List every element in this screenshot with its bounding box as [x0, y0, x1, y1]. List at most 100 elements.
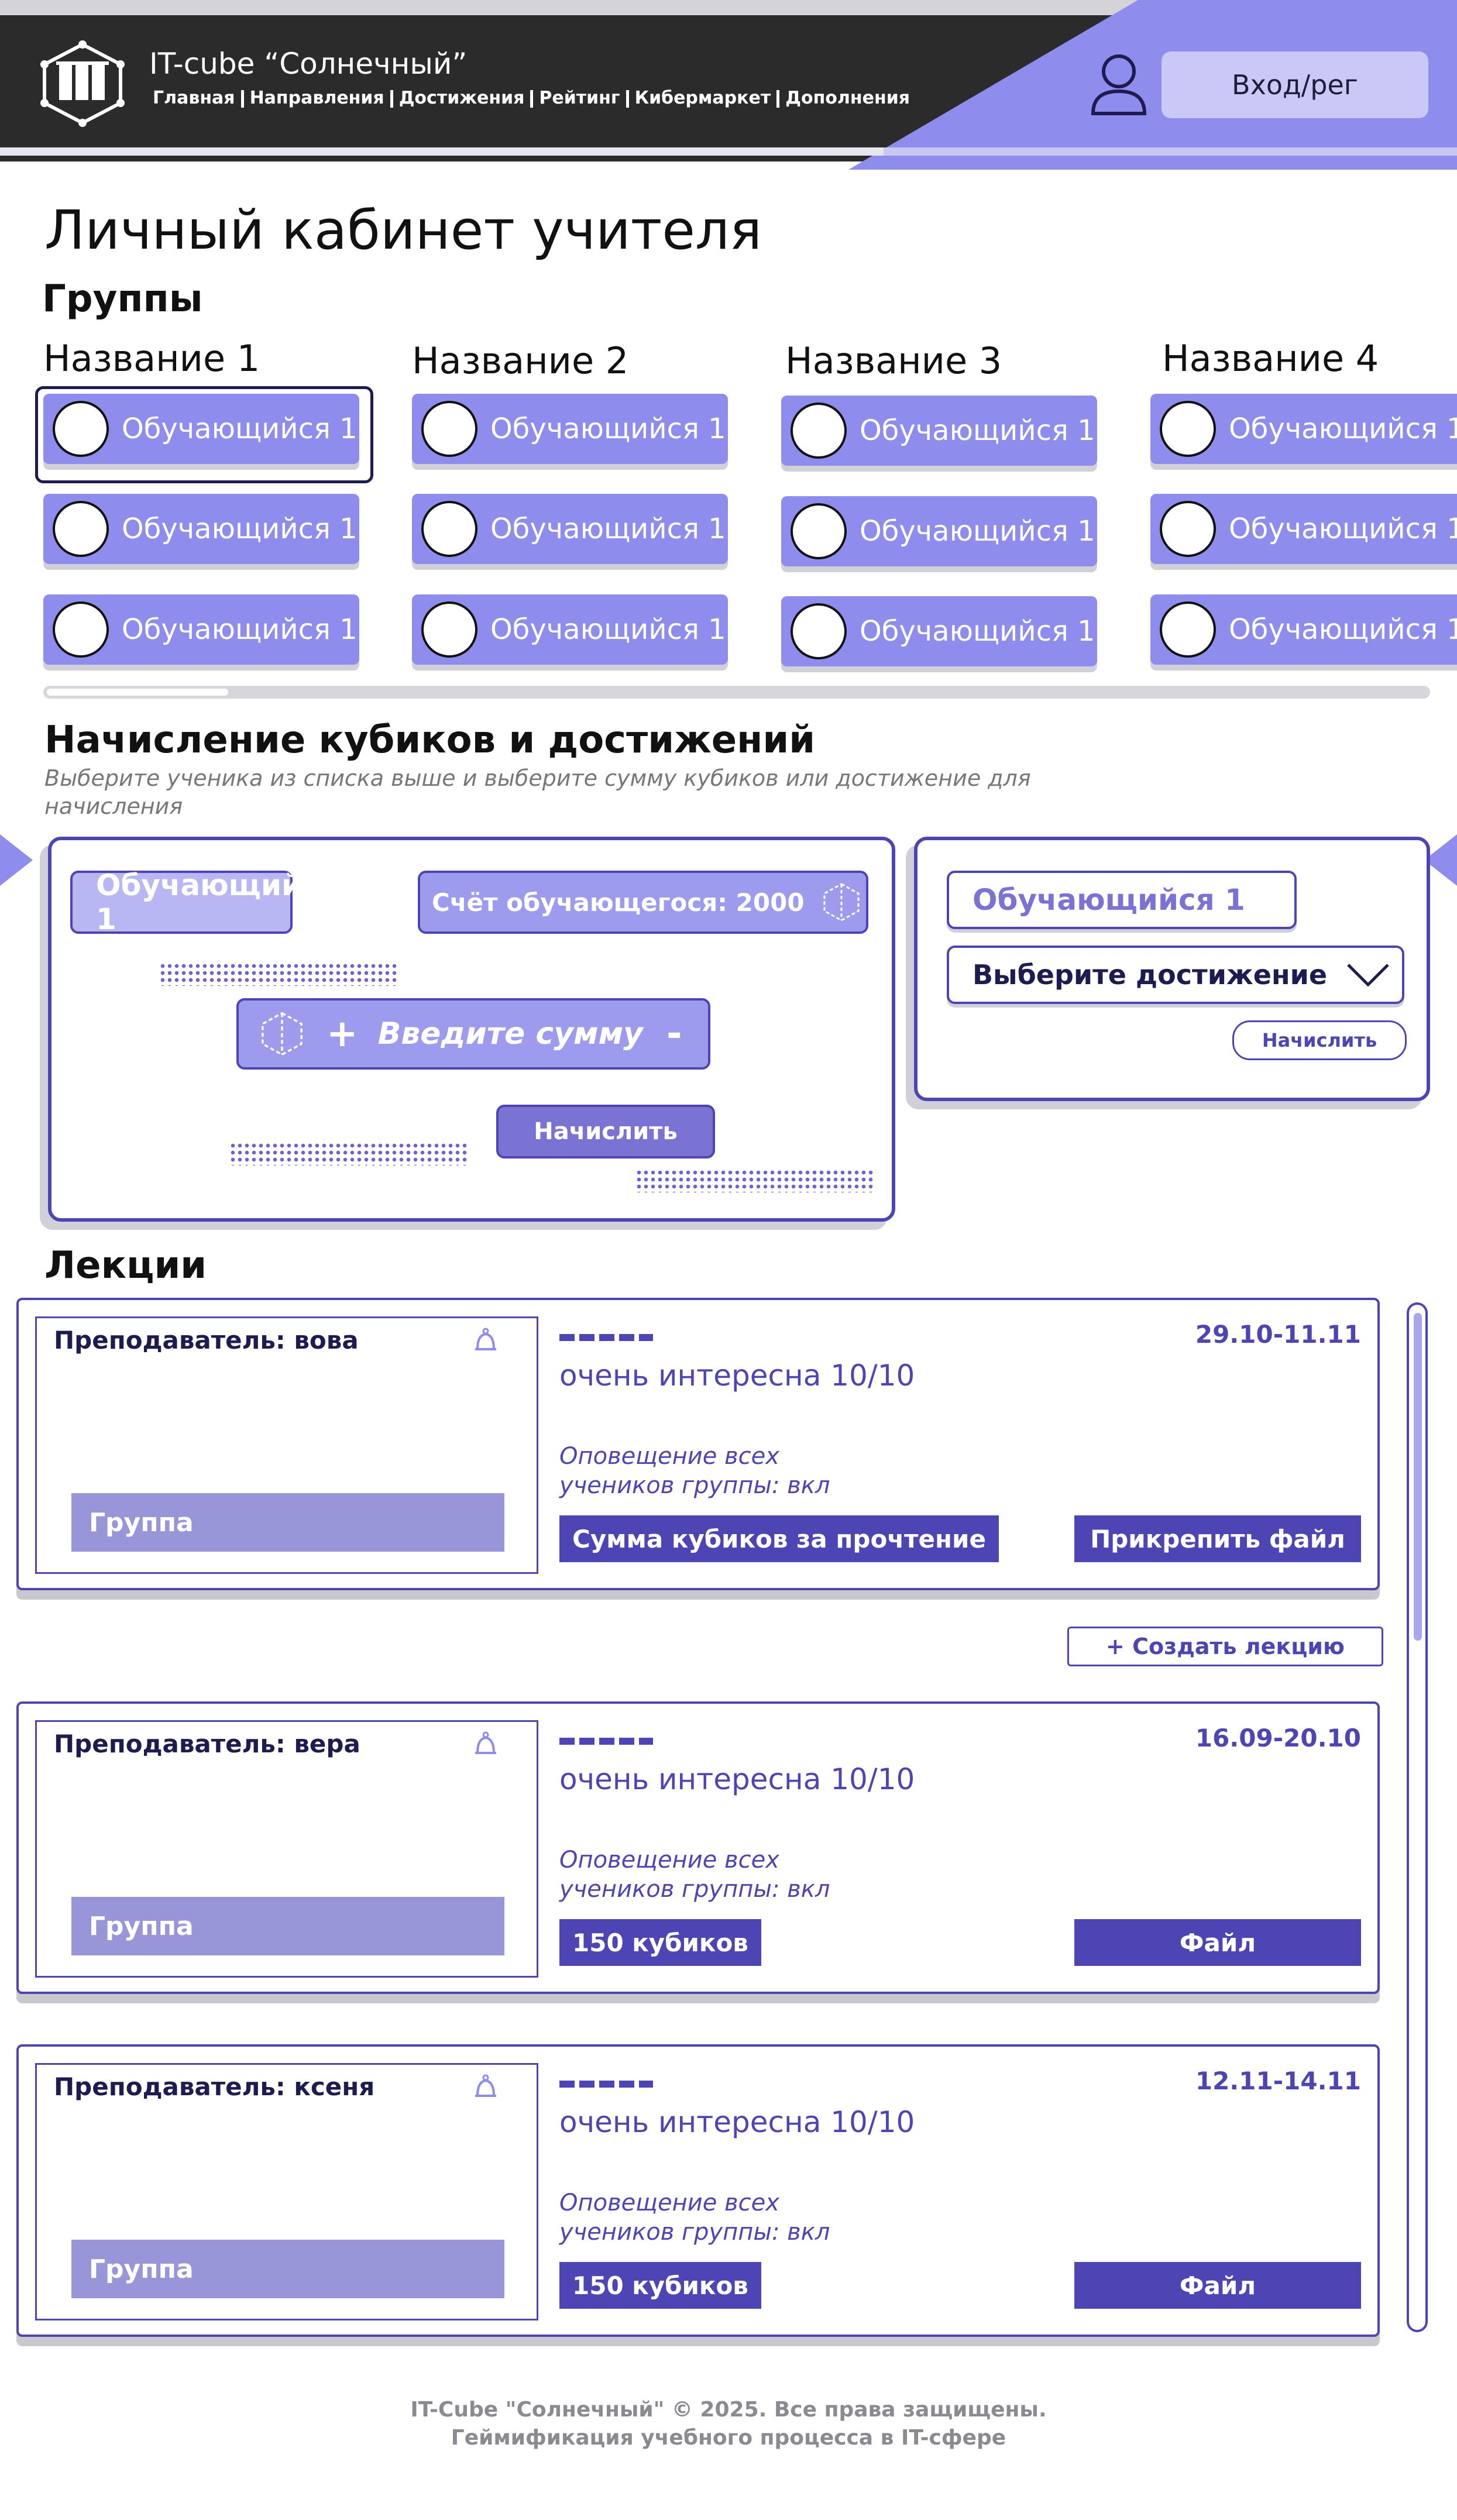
student-card[interactable]: Обучающийся 1	[43, 494, 359, 564]
groups-title: Группы	[42, 277, 203, 321]
lecture-notification-status[interactable]: Оповещение всех учеников группы: вкл	[559, 1442, 830, 1500]
avatar	[791, 603, 847, 659]
student-name: Обучающийся 1	[122, 513, 358, 545]
amount-input[interactable]: Введите сумму	[378, 1016, 643, 1051]
student-card[interactable]: Обучающийся 1	[412, 494, 728, 564]
nav-directions[interactable]: Направления	[246, 88, 388, 108]
lecture-dates: 12.11-14.11	[1195, 2067, 1361, 2095]
group-name-2: Название 2	[412, 339, 629, 382]
student-card[interactable]: Обучающийся 1	[1150, 594, 1457, 665]
student-name: Обучающийся 1	[1229, 513, 1457, 545]
student-card[interactable]: Обучающийся 1	[412, 394, 728, 464]
accrue-cubes-button[interactable]: Начислить	[496, 1105, 715, 1158]
student-card[interactable]: Обучающийся 1	[43, 594, 359, 665]
avatar	[421, 601, 477, 658]
lecture-description: очень интересна 10/10	[559, 2105, 915, 2139]
main-nav: Главная Направления Достижения Рейтинг К…	[149, 88, 913, 108]
amount-stepper[interactable]: + Введите сумму -	[236, 998, 710, 1070]
lecture-cubes-button[interactable]: 150 кубиков	[559, 1919, 761, 1966]
group-name-4: Название 4	[1162, 337, 1379, 380]
user-icon[interactable]	[1090, 53, 1148, 117]
student-name: Обучающийся 1	[860, 615, 1095, 648]
lecture-card[interactable]: Преподаватель: вера Группа очень интерес…	[16, 1701, 1380, 1994]
award-title: Начисление кубиков и достижений	[44, 718, 816, 762]
carousel-left-arrow[interactable]	[0, 834, 33, 886]
decor-dots	[229, 1142, 467, 1166]
decor-dots	[159, 962, 397, 986]
lecture-title-placeholder	[559, 2081, 653, 2088]
student-name: Обучающийся 1	[1229, 613, 1457, 646]
lecture-card[interactable]: Преподаватель: ксеня Группа очень интере…	[16, 2044, 1380, 2337]
increment-button[interactable]: +	[327, 1012, 358, 1056]
avatar	[421, 401, 477, 457]
achievement-select[interactable]: Выберите достижение	[947, 946, 1404, 1004]
bell-icon[interactable]	[469, 1728, 502, 1761]
nav-home[interactable]: Главная	[149, 88, 239, 108]
student-name: Обучающийся 1	[490, 412, 726, 445]
attach-file-button[interactable]: Прикрепить файл	[1074, 1515, 1361, 1562]
bell-icon[interactable]	[469, 2071, 502, 2104]
it-cube-logo[interactable]	[39, 40, 126, 128]
student-card[interactable]: Обучающийся 1	[781, 396, 1097, 466]
lecture-description: очень интересна 10/10	[559, 1359, 915, 1393]
side-selected-student: Обучающийся 1	[947, 871, 1297, 929]
cube-icon	[262, 1012, 303, 1056]
group-name-3: Название 3	[785, 339, 1002, 382]
nav-achievements[interactable]: Достижения	[396, 88, 528, 108]
student-name: Обучающийся 1	[490, 613, 726, 646]
file-button[interactable]: Файл	[1074, 2262, 1361, 2309]
student-card[interactable]: Обучающийся 1	[43, 394, 359, 464]
nav-rating[interactable]: Рейтинг	[535, 88, 623, 108]
student-name: Обучающийся 1	[490, 513, 726, 545]
student-name: Обучающийся 1	[122, 613, 358, 646]
student-card[interactable]: Обучающийся 1	[781, 496, 1097, 566]
scrollbar-thumb[interactable]	[47, 689, 228, 696]
lectures-vertical-scrollbar[interactable]	[1407, 1302, 1428, 2332]
scrollbar-thumb[interactable]	[1414, 1313, 1422, 1641]
lecture-group-button[interactable]: Группа	[71, 1493, 504, 1552]
lecture-dates: 16.09-20.10	[1195, 1724, 1361, 1752]
site-title[interactable]: IT-cube “Солнечный”	[149, 47, 467, 81]
student-name: Обучающийся 1	[860, 515, 1095, 548]
student-name: Обучающийся 1	[860, 414, 1095, 447]
nav-separator	[776, 90, 780, 108]
avatar	[421, 501, 477, 557]
selected-student-chip: Обучающийся 1	[70, 868, 338, 936]
lecture-group-button[interactable]: Группа	[71, 2240, 504, 2298]
lecture-teacher: Преподаватель: вера	[54, 1730, 360, 1758]
lecture-group-button[interactable]: Группа	[71, 1897, 504, 1955]
accrue-achievement-button[interactable]: Начислить	[1232, 1020, 1407, 1060]
file-button[interactable]: Файл	[1074, 1919, 1361, 1966]
login-register-button[interactable]: Вход/рег	[1162, 51, 1428, 118]
student-card[interactable]: Обучающийся 1	[781, 596, 1097, 666]
student-score: Счёт обучающегося: 2000	[432, 888, 805, 917]
lecture-cubes-button[interactable]: 150 кубиков	[559, 2262, 761, 2309]
avatar	[1160, 601, 1216, 658]
student-card[interactable]: Обучающийся 1	[1150, 494, 1457, 564]
avatar	[1160, 401, 1216, 457]
lecture-cubes-button[interactable]: Сумма кубиков за прочтение	[559, 1515, 999, 1562]
avatar	[53, 601, 109, 658]
nav-separator	[390, 90, 393, 108]
lecture-notification-status[interactable]: Оповещение всех учеников группы: вкл	[559, 2188, 830, 2247]
student-card[interactable]: Обучающийся 1	[1150, 394, 1457, 464]
avatar	[791, 503, 847, 559]
bell-icon[interactable]	[469, 1325, 502, 1357]
award-subtitle: Выберите ученика из списка выше и выбери…	[44, 765, 1031, 819]
groups-horizontal-scrollbar[interactable]	[43, 686, 1430, 699]
lecture-teacher: Преподаватель: ксеня	[54, 2072, 375, 2101]
lecture-card[interactable]: Преподаватель: вова Группа очень интерес…	[16, 1298, 1380, 1590]
student-card[interactable]: Обучающийся 1	[412, 594, 728, 665]
nav-separator	[626, 90, 629, 108]
create-lecture-button[interactable]: + Создать лекцию	[1067, 1627, 1383, 1666]
nav-cybermarket[interactable]: Кибермаркет	[631, 88, 775, 108]
nav-extras[interactable]: Дополнения	[782, 88, 913, 108]
decrement-button[interactable]: -	[666, 1012, 682, 1056]
lecture-description: очень интересна 10/10	[559, 1762, 915, 1796]
lecture-title-placeholder	[559, 1334, 653, 1341]
lecture-notification-status[interactable]: Оповещение всех учеников группы: вкл	[559, 1845, 830, 1904]
student-name: Обучающийся 1	[1229, 412, 1457, 445]
footer-copyright: IT-Cube "Солнечный" © 2025. Все права за…	[410, 2398, 1047, 2422]
avatar	[791, 403, 847, 459]
group-name-1: Название 1	[43, 337, 260, 380]
